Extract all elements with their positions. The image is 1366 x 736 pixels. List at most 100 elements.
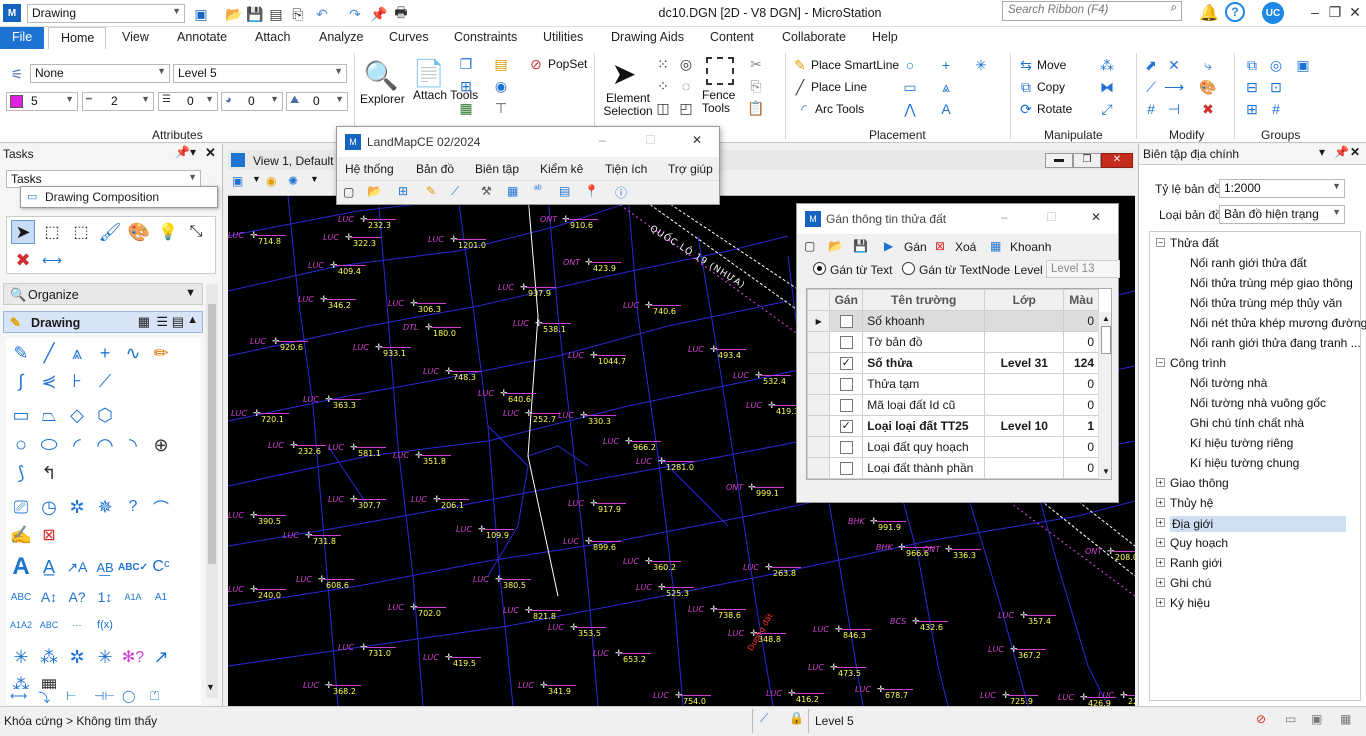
drawing-composition-item[interactable]: ▭ Drawing Composition: [20, 186, 218, 208]
text-case-icon[interactable]: Cᶜ: [148, 554, 174, 580]
assign-checkbox[interactable]: [839, 315, 853, 329]
dimension-angle-icon[interactable]: ⤵: [38, 689, 50, 706]
fence-place-icon[interactable]: ⬚: [40, 220, 64, 244]
arc-handle-icon[interactable]: ↰: [36, 460, 62, 486]
tab-content[interactable]: Content: [710, 30, 754, 44]
copy-icon[interactable]: ⧉: [1018, 79, 1034, 95]
rotate-icon[interactable]: ⟳: [1018, 101, 1034, 117]
open-icon[interactable]: 📂: [828, 239, 843, 253]
circle-icon[interactable]: ○: [902, 57, 918, 73]
graphic-group-icon[interactable]: ▣: [1295, 57, 1311, 73]
curve-tool-icon[interactable]: ∫: [8, 368, 34, 394]
map-type-combo[interactable]: Bản đồ hiện trạng ▼: [1219, 205, 1345, 224]
tag-edit-icon[interactable]: ⁂: [36, 644, 62, 670]
underline-text-icon[interactable]: ABC: [36, 612, 62, 638]
user-avatar[interactable]: UC: [1262, 2, 1284, 24]
levels-icon[interactable]: ▤: [493, 56, 509, 72]
radio-from-textnode[interactable]: [902, 262, 915, 275]
change-attributes-icon[interactable]: 🎨: [1199, 79, 1216, 95]
level-display-icon[interactable]: ⚟: [8, 65, 26, 83]
tree-item[interactable]: Nối nét thửa khép mương đường: [1190, 316, 1366, 330]
explorer-icon[interactable]: 🔍: [362, 57, 400, 93]
text-abc-icon[interactable]: ABC: [8, 584, 34, 610]
display-icon[interactable]: ◉: [493, 78, 509, 94]
tab-curves[interactable]: Curves: [389, 30, 429, 44]
tag-attach-icon[interactable]: ✲: [64, 644, 90, 670]
expand-icon[interactable]: +: [1156, 598, 1165, 607]
image-status-icon[interactable]: ▦: [1340, 712, 1351, 726]
scrollbar-thumb[interactable]: [208, 304, 216, 564]
grid-scroll-thumb[interactable]: [1101, 326, 1111, 354]
dialog-minimize-icon[interactable]: –: [1001, 210, 1008, 224]
field-name-cell[interactable]: Số khoanh: [862, 310, 986, 332]
map-pin-icon[interactable]: 📍: [584, 184, 599, 198]
tab-view[interactable]: View: [122, 30, 149, 44]
view-tiles-icon[interactable]: ▦: [138, 314, 150, 330]
cell-icon[interactable]: ✳: [973, 57, 989, 73]
angle-tool-icon[interactable]: ⊦: [64, 368, 90, 394]
color-cell[interactable]: 0: [1063, 310, 1099, 332]
khoanh-button[interactable]: Khoanh: [1010, 240, 1051, 254]
tab-drawing-aids[interactable]: Drawing Aids: [611, 30, 684, 44]
place-active-cell-icon[interactable]: ◷: [36, 494, 62, 520]
menu-tro-giup[interactable]: Trợ giúp: [668, 162, 713, 176]
tag-place-icon[interactable]: ✳: [8, 644, 34, 670]
table-icon[interactable]: ▤: [559, 184, 570, 198]
modify-icon[interactable]: ⬈: [1143, 57, 1159, 73]
display-style-icon[interactable]: ◉: [266, 174, 276, 188]
curve-modify-icon[interactable]: ⟆: [8, 460, 34, 486]
arc-tool-icon[interactable]: ◜: [64, 432, 90, 458]
mirror-icon[interactable]: ⧓: [1098, 79, 1116, 95]
shape-tool-icon[interactable]: ⏢: [36, 402, 62, 428]
select-by-icon[interactable]: ◎: [678, 56, 694, 72]
tab-home[interactable]: Home: [48, 27, 106, 50]
organize-section[interactable]: 🔍 Organize ▼: [3, 283, 203, 305]
move-icon[interactable]: ⇆: [1018, 57, 1034, 73]
circle-tool-icon[interactable]: ○: [8, 432, 34, 458]
pin-icon[interactable]: 📌: [370, 5, 388, 23]
stream-tool-icon[interactable]: ∿: [120, 340, 146, 366]
open-icon[interactable]: 📂: [225, 5, 243, 23]
move-button[interactable]: Move: [1037, 58, 1066, 72]
tree-item[interactable]: + Ranh giới: [1156, 556, 1222, 570]
dialog-close-icon[interactable]: ✕: [1091, 210, 1101, 224]
tree-item[interactable]: Ghi chú tính chất nhà: [1190, 416, 1304, 430]
select-none-icon[interactable]: ⁘: [655, 78, 671, 94]
select-layer-icon[interactable]: ◰: [678, 100, 694, 116]
partial-delete-icon[interactable]: ⊣: [1166, 101, 1182, 117]
color-cell[interactable]: 0: [1063, 394, 1099, 416]
new-icon[interactable]: ▢: [804, 239, 815, 253]
delete-grid-icon[interactable]: ⊠: [935, 239, 945, 253]
restore-icon[interactable]: ❐: [1326, 3, 1344, 21]
trim-icon[interactable]: ✕: [1166, 57, 1182, 73]
drawing-section[interactable]: ✎ Drawing ▦ ☰ ▤ ▲: [3, 311, 203, 333]
collapse-icon[interactable]: −: [1156, 358, 1165, 367]
field-name-cell[interactable]: Tờ bản đồ: [862, 331, 986, 353]
workflow-combo[interactable]: Drawing ▼: [27, 4, 185, 23]
save-status-icon[interactable]: ▣: [1311, 712, 1322, 726]
select-element-icon[interactable]: ➤: [11, 220, 35, 244]
construct-tool-icon[interactable]: ⋞: [36, 368, 62, 394]
line-style-combo[interactable]: ┅ 2 ▼: [82, 92, 154, 111]
menu-he-thong[interactable]: Hệ thống: [345, 162, 394, 176]
models-icon[interactable]: ❐: [458, 56, 474, 72]
spell-check-icon[interactable]: ABC✓: [118, 554, 148, 580]
place-smartline-button[interactable]: Place SmartLine: [811, 58, 899, 72]
close-panel-icon[interactable]: ✕: [205, 145, 216, 161]
minimize-icon[interactable]: –: [1306, 3, 1324, 21]
view-restore-button[interactable]: ❐: [1073, 153, 1101, 168]
table-grid-icon[interactable]: ▦: [507, 184, 518, 198]
lock-icon[interactable]: 🔒: [789, 711, 804, 725]
row-header[interactable]: ▶: [807, 310, 831, 332]
spell-icon[interactable]: ᵃᵇ: [534, 184, 542, 195]
node-number-icon[interactable]: A1: [148, 584, 174, 610]
tree-item[interactable]: + Quy hoạch: [1156, 536, 1228, 550]
dimension-size-icon[interactable]: ⊣⊢: [94, 689, 115, 703]
dropdown-icon[interactable]: ▼: [252, 174, 261, 184]
pattern-query-icon[interactable]: ?: [120, 494, 146, 520]
column-header-ten-truong[interactable]: Tên trường: [862, 289, 986, 311]
group-grid-icon[interactable]: #: [1268, 101, 1284, 117]
tab-constraints[interactable]: Constraints: [454, 30, 517, 44]
tag-move-icon[interactable]: ✳: [92, 644, 118, 670]
assign-dialog-titlebar[interactable]: M Gán thông tin thửa đất – ☐ ✕: [797, 204, 1118, 234]
